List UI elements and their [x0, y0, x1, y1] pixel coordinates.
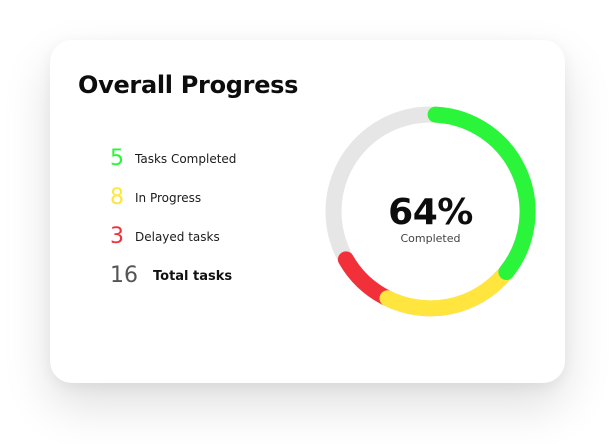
donut-segment-delayed: [337, 251, 394, 306]
donut-segment-in-progress: [379, 267, 512, 317]
stat-label: Delayed tasks: [135, 230, 220, 244]
completion-percent: 64%: [388, 192, 473, 233]
completion-label: Completed: [400, 232, 461, 245]
overall-progress-card: Overall Progress 5 Tasks Completed 8 In …: [50, 40, 565, 383]
stat-label: Tasks Completed: [135, 152, 237, 166]
stat-value: 3: [110, 224, 124, 249]
stat-label: Total tasks: [153, 269, 233, 284]
card-title: Overall Progress: [78, 71, 299, 99]
stat-value: 5: [110, 146, 124, 171]
stat-value: 8: [110, 185, 124, 210]
donut-center: 64% Completed: [323, 192, 538, 246]
stat-value: 16: [110, 263, 138, 288]
page: Overall Progress 5 Tasks Completed 8 In …: [0, 0, 615, 444]
stat-label: In Progress: [135, 191, 202, 205]
